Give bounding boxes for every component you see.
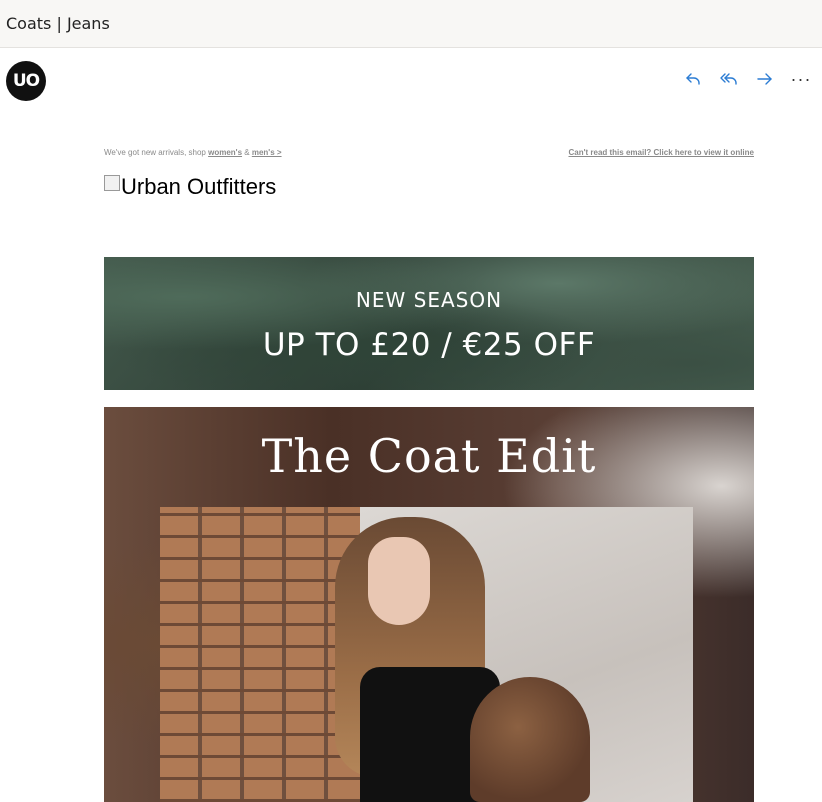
banner-line1: NEW SEASON (355, 288, 503, 312)
subject-bar: Coats | Jeans (0, 0, 822, 48)
promo-banner[interactable]: NEW SEASON UP TO £20 / €25 OFF (104, 257, 754, 390)
model-face (368, 537, 430, 625)
mens-link[interactable]: men's > (252, 148, 282, 157)
reply-button[interactable] (682, 68, 704, 90)
preheader-left: We've got new arrivals, shop women's & m… (104, 148, 282, 157)
logo-image[interactable]: Urban Outfitters (104, 174, 276, 200)
view-online-link[interactable]: Can't read this email? Click here to vie… (568, 148, 754, 157)
broken-image-icon (104, 175, 120, 191)
email-subject: Coats | Jeans (6, 14, 110, 33)
email-actions: ··· (682, 68, 812, 90)
banner-line2: UP TO £20 / €25 OFF (262, 327, 596, 363)
hero-title: The Coat Edit (261, 429, 597, 483)
preheader-amp: & (244, 148, 250, 157)
reply-all-icon (720, 73, 737, 85)
preheader-text: We've got new arrivals, shop (104, 148, 206, 157)
fur-coat (470, 677, 590, 802)
forward-button[interactable] (754, 68, 776, 90)
reply-icon (686, 73, 700, 85)
logo-alt-text: Urban Outfitters (121, 174, 277, 199)
preheader: We've got new arrivals, shop women's & m… (104, 148, 754, 160)
hero-section[interactable]: The Coat Edit (104, 407, 754, 802)
reply-all-button[interactable] (718, 68, 740, 90)
forward-icon (757, 73, 772, 85)
brick-wall (160, 507, 360, 802)
more-icon[interactable]: ··· (790, 68, 812, 90)
womens-link[interactable]: women's (208, 148, 242, 157)
sender-avatar[interactable]: UO (6, 61, 46, 101)
hero-photo (160, 507, 693, 802)
